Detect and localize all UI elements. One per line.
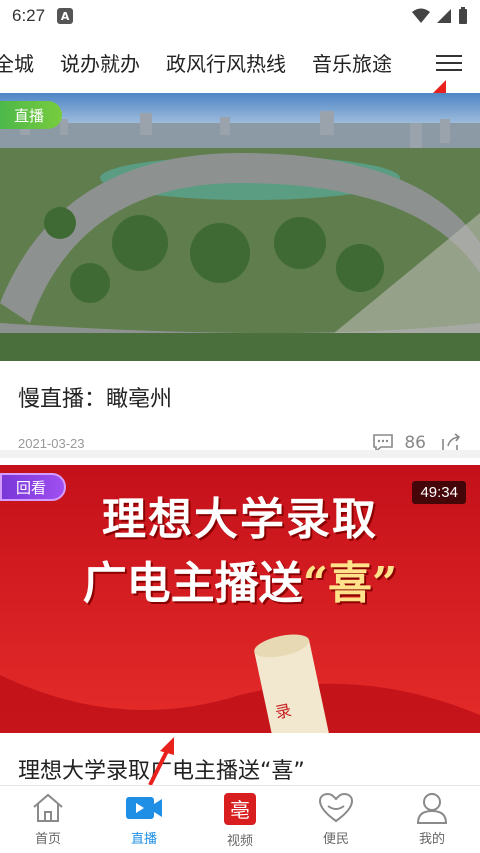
- feed-divider: [0, 450, 480, 458]
- publish-date: 2021-03-23: [18, 435, 85, 451]
- battery-icon: [459, 7, 467, 24]
- replay-badge: 回看: [0, 473, 67, 501]
- notification-icon: A: [57, 8, 74, 24]
- live-thumbnail[interactable]: 直播: [0, 93, 480, 361]
- wifi-icon: [412, 8, 430, 23]
- feed-card-live[interactable]: 直播 慢直播：瞰亳州 2021-03-23 86: [0, 93, 480, 455]
- home-icon: [33, 793, 63, 822]
- nav-mine[interactable]: 我的: [384, 786, 480, 853]
- nav-convenience[interactable]: 便民: [288, 786, 384, 853]
- svg-text:亳: 亳: [230, 798, 250, 822]
- card-title[interactable]: 理想大学录取广电主播送“喜”: [0, 753, 480, 785]
- scroll-decoration-image: 录: [0, 634, 480, 733]
- nav-video[interactable]: 亳 视频: [192, 786, 288, 853]
- hamburger-menu-icon[interactable]: [436, 50, 462, 74]
- video-logo-icon: 亳: [224, 793, 256, 825]
- card-title[interactable]: 慢直播：瞰亳州: [0, 381, 480, 413]
- nav-live[interactable]: 直播: [96, 786, 192, 853]
- poster-line2: 广电主播送“喜”: [82, 558, 398, 609]
- category-tabs: 全城 说办就办 政风行风热线 音乐旅途: [0, 32, 480, 92]
- poster-highlight: “喜”: [302, 558, 398, 609]
- signal-icon: [437, 9, 451, 23]
- nav-home[interactable]: 首页: [0, 786, 96, 853]
- status-bar: 6:27 A: [0, 0, 480, 32]
- tab-quancheng[interactable]: 全城: [0, 48, 34, 77]
- poster-line1: 理想大学录取: [102, 494, 378, 545]
- replay-poster[interactable]: 理想大学录取 广电主播送“喜” 录 回看 49:34: [0, 465, 480, 733]
- feed-card-replay[interactable]: 理想大学录取 广电主播送“喜” 录 回看 49:34 理想大学录取广电主播送“喜…: [0, 465, 480, 785]
- tab-music-journey[interactable]: 音乐旅途: [312, 48, 392, 77]
- live-video-icon: [126, 797, 162, 819]
- video-duration: 49:34: [412, 481, 466, 504]
- live-badge: 直播: [0, 101, 63, 129]
- heart-icon: [318, 792, 354, 823]
- tab-shuobanjiuban[interactable]: 说办就办: [60, 48, 140, 77]
- tab-zhengfeng-hotline[interactable]: 政风行风热线: [166, 48, 286, 77]
- status-icons: [412, 7, 468, 25]
- bottom-nav: 首页 直播 亳 视频 便民 我的: [0, 785, 480, 853]
- status-time: 6:27: [12, 6, 46, 25]
- user-icon: [416, 793, 448, 824]
- city-aerial-image: [0, 93, 480, 361]
- annotation-arrow-icon: [148, 737, 174, 786]
